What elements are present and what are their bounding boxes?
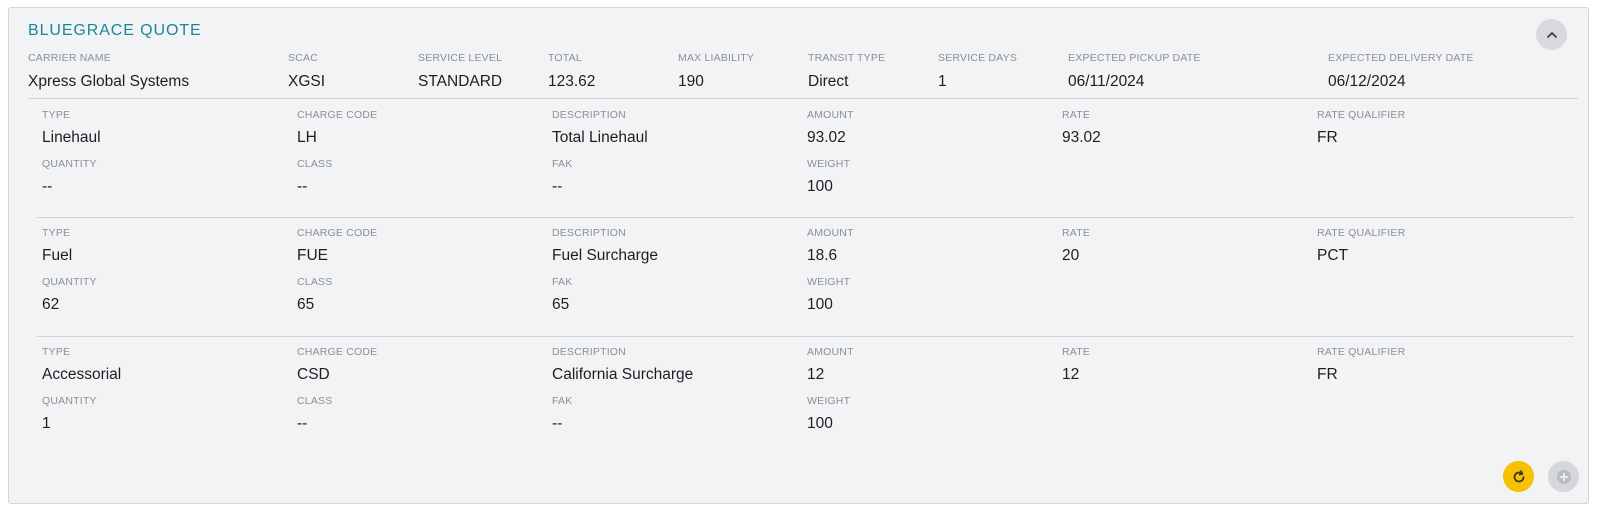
charge-rate-qualifier-label: RATE QUALIFIER xyxy=(1317,109,1406,121)
expected-delivery-date-value: 06/12/2024 xyxy=(1328,73,1406,90)
charge-amount-value: 12 xyxy=(807,366,825,383)
charge-type-label: TYPE xyxy=(42,109,71,121)
charge-quantity-label: QUANTITY xyxy=(42,395,97,407)
transit-type-value: Direct xyxy=(808,73,849,90)
charge-code-value: FUE xyxy=(297,247,328,264)
charge-amount-label: AMOUNT xyxy=(807,346,854,358)
charge-class-value: 65 xyxy=(297,296,315,313)
charge-rate-value: 20 xyxy=(1062,247,1080,264)
carrier-name-label: CARRIER NAME xyxy=(28,52,111,64)
collapse-button[interactable] xyxy=(1536,19,1567,50)
charge-quantity-value: -- xyxy=(42,178,53,195)
refresh-button[interactable] xyxy=(1503,461,1534,492)
charge-code-label: CHARGE CODE xyxy=(297,346,378,358)
expected-pickup-date-value: 06/11/2024 xyxy=(1068,73,1145,90)
charge-weight-label: WEIGHT xyxy=(807,276,851,288)
service-level-value: STANDARD xyxy=(418,73,503,90)
charge-fak-value: 65 xyxy=(552,296,570,313)
charge-weight-label: WEIGHT xyxy=(807,395,851,407)
charge-item: TYPE Linehaul CHARGE CODE LH DESCRIPTION… xyxy=(37,104,1574,214)
charge-class-label: CLASS xyxy=(297,395,333,407)
add-button[interactable] xyxy=(1548,461,1579,492)
charge-rate-qualifier-value: PCT xyxy=(1317,247,1348,264)
charge-divider xyxy=(37,336,1574,337)
charge-weight-value: 100 xyxy=(807,296,833,313)
charge-fak-label: FAK xyxy=(552,395,573,407)
charge-fak-value: -- xyxy=(552,415,563,432)
charge-description-value: California Surcharge xyxy=(552,366,694,383)
charge-amount-label: AMOUNT xyxy=(807,227,854,239)
charge-type-value: Fuel xyxy=(42,247,73,264)
charge-code-value: LH xyxy=(297,129,317,146)
charge-rate-qualifier-value: FR xyxy=(1317,129,1338,146)
charge-fak-label: FAK xyxy=(552,276,573,288)
charge-code-value: CSD xyxy=(297,366,330,383)
charge-description-label: DESCRIPTION xyxy=(552,227,626,239)
charge-rate-value: 93.02 xyxy=(1062,129,1101,146)
charge-quantity-label: QUANTITY xyxy=(42,158,97,170)
charge-amount-value: 18.6 xyxy=(807,247,838,264)
bluegrace-quote-card: BLUEGRACE QUOTE CARRIER NAME Xpress Glob… xyxy=(8,7,1589,504)
charge-rate-label: RATE xyxy=(1062,227,1091,239)
service-days-value: 1 xyxy=(938,73,947,90)
charge-description-label: DESCRIPTION xyxy=(552,346,626,358)
summary-divider xyxy=(28,98,1578,99)
charge-description-value: Fuel Surcharge xyxy=(552,247,658,264)
total-label: TOTAL xyxy=(548,52,582,64)
charge-class-label: CLASS xyxy=(297,276,333,288)
charge-type-value: Linehaul xyxy=(42,129,101,146)
total-value: 123.62 xyxy=(548,73,596,90)
charge-rate-qualifier-label: RATE QUALIFIER xyxy=(1317,227,1406,239)
charge-fak-value: -- xyxy=(552,178,563,195)
chevron-up-icon xyxy=(1546,31,1557,38)
charge-rate-label: RATE xyxy=(1062,346,1091,358)
charge-amount-label: AMOUNT xyxy=(807,109,854,121)
charge-fak-label: FAK xyxy=(552,158,573,170)
charge-class-value: -- xyxy=(297,178,308,195)
carrier-name-value: Xpress Global Systems xyxy=(28,73,190,90)
charge-type-label: TYPE xyxy=(42,227,71,239)
charge-type-value: Accessorial xyxy=(42,366,122,383)
charge-quantity-value: 62 xyxy=(42,296,60,313)
max-liability-value: 190 xyxy=(678,73,704,90)
charge-description-label: DESCRIPTION xyxy=(552,109,626,121)
charge-weight-label: WEIGHT xyxy=(807,158,851,170)
charge-rate-label: RATE xyxy=(1062,109,1091,121)
expected-delivery-date-label: EXPECTED DELIVERY DATE xyxy=(1328,52,1474,64)
max-liability-label: MAX LIABILITY xyxy=(678,52,755,64)
scac-value: XGSI xyxy=(288,73,326,90)
charge-item: TYPE Accessorial CHARGE CODE CSD DESCRIP… xyxy=(37,343,1574,453)
charge-item: TYPE Fuel CHARGE CODE FUE DESCRIPTION Fu… xyxy=(37,224,1574,334)
charge-quantity-label: QUANTITY xyxy=(42,276,97,288)
charge-weight-value: 100 xyxy=(807,415,833,432)
quote-title: BLUEGRACE QUOTE xyxy=(28,22,202,39)
charge-rate-value: 12 xyxy=(1062,366,1080,383)
charge-quantity-value: 1 xyxy=(42,415,51,432)
charge-rate-qualifier-label: RATE QUALIFIER xyxy=(1317,346,1406,358)
charge-class-label: CLASS xyxy=(297,158,333,170)
charge-rate-qualifier-value: FR xyxy=(1317,366,1338,383)
charge-description-value: Total Linehaul xyxy=(552,129,648,146)
refresh-icon xyxy=(1513,469,1524,482)
charge-amount-value: 93.02 xyxy=(807,129,846,146)
service-days-label: SERVICE DAYS xyxy=(938,52,1018,64)
charge-class-value: -- xyxy=(297,415,308,432)
expected-pickup-date-label: EXPECTED PICKUP DATE xyxy=(1068,52,1201,64)
plus-circle-icon xyxy=(1556,469,1571,484)
charge-code-label: CHARGE CODE xyxy=(297,227,378,239)
service-level-label: SERVICE LEVEL xyxy=(418,52,503,64)
transit-type-label: TRANSIT TYPE xyxy=(808,52,886,64)
charge-type-label: TYPE xyxy=(42,346,71,358)
charge-code-label: CHARGE CODE xyxy=(297,109,378,121)
charge-divider xyxy=(37,217,1574,218)
scac-label: SCAC xyxy=(288,52,318,64)
charge-weight-value: 100 xyxy=(807,178,833,195)
